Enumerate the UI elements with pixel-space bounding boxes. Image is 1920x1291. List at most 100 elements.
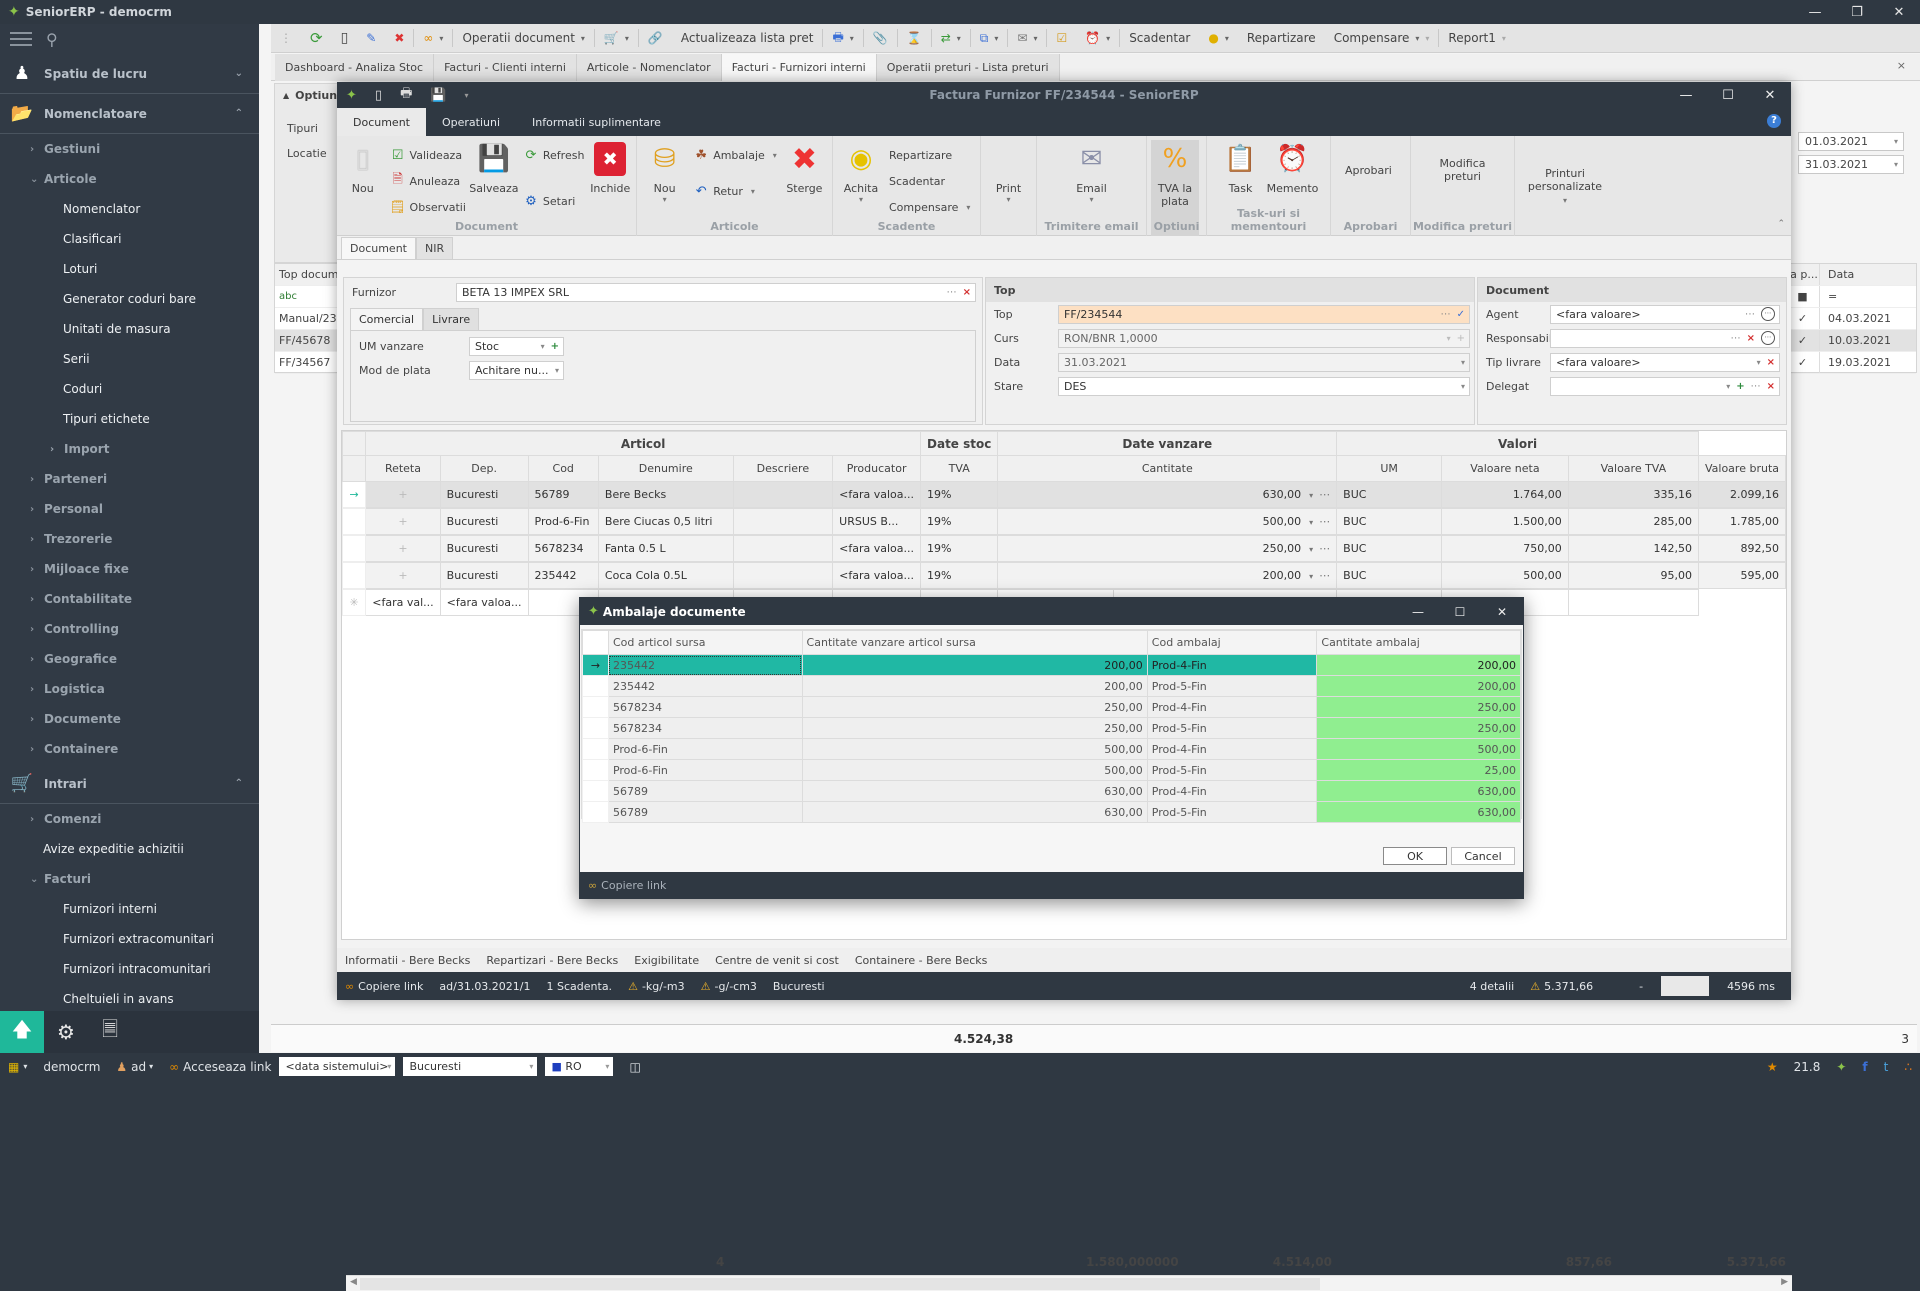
doc-tab[interactable]: Operatii preturi - Lista preturi	[876, 54, 1060, 81]
subtab-livrare[interactable]: Livrare	[423, 308, 480, 330]
bottom-tab[interactable]: Exigibilitate	[626, 954, 707, 967]
column-header[interactable]: Cod	[527, 455, 599, 482]
delete-icon[interactable]: ✖	[385, 24, 413, 53]
retur-button[interactable]: ↶ Retur ▾	[692, 178, 777, 204]
table-row[interactable]: 5678234 250,00 Prod-5-Fin 250,00	[582, 717, 1521, 739]
filter-checkbox[interactable]: ■	[1786, 286, 1820, 307]
table-row[interactable]: 56789 630,00 Prod-5-Fin 630,00	[582, 801, 1521, 823]
sidebar-item-serii[interactable]: Serii	[0, 344, 259, 374]
agent-input[interactable]: <fara valoare> ⋯ ⋯	[1550, 304, 1780, 324]
sidebar-item-clasificari[interactable]: Clasificari	[0, 224, 259, 254]
scadentar-button[interactable]: Scadentar	[1120, 24, 1199, 53]
locatie-label[interactable]: Locatie	[275, 141, 337, 166]
save-icon[interactable]: 💾	[421, 88, 455, 103]
table-row[interactable]: 5678234 250,00 Prod-4-Fin 250,00	[582, 696, 1521, 718]
coins-icon[interactable]: ● ▾	[1199, 24, 1238, 53]
cart-icon[interactable]: 🛒 ▾	[595, 24, 638, 53]
column-header[interactable]: Cod articol sursa	[607, 630, 803, 655]
table-row[interactable]: Prod-6-Fin 500,00 Prod-4-Fin 500,00	[582, 738, 1521, 760]
senior-erp-logo-icon[interactable]: ✦	[1828, 1060, 1854, 1074]
repartizare-button[interactable]: Repartizare	[889, 142, 970, 168]
tipuri-label[interactable]: Tipuri	[275, 116, 337, 141]
furnizor-input[interactable]: BETA 13 IMPEX SRL ⋯ ×	[456, 282, 976, 302]
reteta-add-icon[interactable]: +	[365, 481, 441, 508]
anuleaza-button[interactable]: 🗎 Anuleaza	[389, 168, 466, 194]
help-icon[interactable]: ?	[1767, 114, 1781, 128]
ok-button[interactable]: OK	[1383, 847, 1447, 865]
sidebar-item-mijloace-fixe[interactable]: › Mijloace fixe	[0, 554, 259, 584]
sidebar-item-contabilitate[interactable]: › Contabilitate	[0, 584, 259, 614]
tip-livrare-select[interactable]: <fara valoare> ▾ ×	[1550, 352, 1780, 372]
reteta-add-icon[interactable]: +	[365, 535, 441, 562]
task-icon[interactable]: ☑	[1047, 24, 1076, 53]
bottom-tab[interactable]: Centre de venit si cost	[707, 954, 847, 967]
compensare-button[interactable]: Compensare ▾	[889, 194, 970, 220]
attachment-icon[interactable]: 📎	[864, 24, 897, 53]
close-button[interactable]: ✕	[1878, 0, 1920, 24]
doc-tab[interactable]: Articole - Nomenclator	[576, 54, 722, 81]
reteta-add-icon[interactable]: +	[365, 508, 441, 535]
sidebar-item-personal[interactable]: › Personal	[0, 494, 259, 524]
hourglass-icon[interactable]: ⌛	[898, 24, 931, 53]
sidebar-item-tipuri-etichete[interactable]: Tipuri etichete	[0, 404, 259, 434]
sidebar-item-furnizori-interni[interactable]: Furnizori interni	[0, 894, 259, 924]
table-row[interactable]: 235442 200,00 Prod-5-Fin 200,00	[582, 675, 1521, 697]
maximize-button[interactable]: ☐	[1439, 605, 1481, 619]
curs-input[interactable]: RON/BNR 1,0000 ▾ +	[1058, 328, 1470, 348]
ribbon-tab-document[interactable]: Document	[337, 108, 426, 136]
form-tab-document[interactable]: Document	[341, 237, 416, 259]
refresh-icon[interactable]: ⟳	[301, 24, 332, 53]
repartizare-button[interactable]: Repartizare	[1238, 24, 1325, 53]
table-row[interactable]: 56789 630,00 Prod-4-Fin 630,00	[582, 780, 1521, 802]
acceseaza-link-button[interactable]: ∞ Acceseaza link	[161, 1053, 279, 1080]
twitter-icon[interactable]: t	[1876, 1060, 1897, 1074]
ribbon-tab-informatii-suplimentare[interactable]: Informatii suplimentare	[516, 108, 677, 136]
ribbon-tab-operatiuni[interactable]: Operatiuni	[426, 108, 516, 136]
close-button[interactable]: ✕	[1481, 605, 1523, 619]
sidebar-item-unitati-de-masura[interactable]: Unitati de masura	[0, 314, 259, 344]
sync-icon[interactable]: ⇄ ▾	[932, 24, 970, 53]
date-to-input[interactable]: 31.03.2021 ▾	[1798, 155, 1904, 174]
table-row[interactable]: Prod-6-Fin 500,00 Prod-5-Fin 25,00	[582, 759, 1521, 781]
column-header[interactable]: Producator	[832, 455, 922, 482]
print-icon[interactable]: 🖶	[391, 84, 421, 106]
document-search-icon[interactable]: 🗏	[88, 1011, 132, 1053]
settings-gears-icon[interactable]: ⚙	[44, 1011, 88, 1053]
compensare-button[interactable]: Compensare ▾ ▾	[1325, 24, 1439, 53]
report1-button[interactable]: Report1 ▾	[1439, 24, 1514, 53]
sidebar-section-spatiu-de-lucru[interactable]: ♟ Spatiu de lucru ⌄	[0, 54, 259, 94]
cancel-button[interactable]: Cancel	[1451, 847, 1515, 865]
stare-select[interactable]: DES ▾	[1058, 376, 1470, 396]
new-icon[interactable]: ▯	[366, 88, 391, 103]
column-header[interactable]: Dep.	[439, 455, 529, 482]
setari-button[interactable]: ⚙ Setari	[522, 188, 585, 214]
hamburger-menu-icon[interactable]	[10, 32, 32, 46]
clear-x-icon[interactable]: ×	[963, 287, 971, 298]
column-header[interactable]: Cantitate ambalaj	[1316, 630, 1521, 655]
bottom-tab[interactable]: Repartizari - Bere Becks	[478, 954, 626, 967]
aprobari-button[interactable]: Aprobari	[1335, 140, 1402, 200]
column-header[interactable]: Valoare bruta	[1697, 455, 1787, 482]
delegat-input[interactable]: ▾ + ⋯ ×	[1550, 376, 1780, 396]
column-header[interactable]: Valoare neta	[1441, 455, 1569, 482]
maximize-button[interactable]: ☐	[1707, 88, 1749, 103]
rss-icon[interactable]: ∴	[1896, 1060, 1920, 1074]
minimize-button[interactable]: —	[1397, 605, 1439, 619]
sidebar-item-articole[interactable]: ⌄ Articole	[0, 164, 259, 194]
minimize-button[interactable]: —	[1794, 0, 1836, 24]
sidebar-item-documente[interactable]: › Documente	[0, 704, 259, 734]
sidebar-item-containere[interactable]: › Containere	[0, 734, 259, 764]
list-row[interactable]: FF/45678	[275, 330, 339, 352]
actualizeaza-lista-pret-button[interactable]: Actualizeaza lista pret	[672, 24, 823, 53]
sidebar-item-generator-coduri-bare[interactable]: Generator coduri bare	[0, 284, 259, 314]
subtab-comercial[interactable]: Comercial	[350, 308, 424, 330]
ambalaje-button[interactable]: ☘ Ambalaje ▾	[692, 142, 776, 168]
top-input[interactable]: FF/234544 ⋯ ✓	[1058, 304, 1470, 324]
responsabil-input[interactable]: ⋯ × ⋯	[1550, 328, 1780, 348]
list-filter[interactable]: abc	[275, 286, 339, 308]
table-row[interactable]: + Bucuresti 235442 Coca Cola 0.5L <fara valo…	[341, 562, 1787, 589]
sidebar-item-furnizori-extracomunitari[interactable]: Furnizori extracomunitari	[0, 924, 259, 954]
column-header[interactable]: Cantitate vanzare articol sursa	[801, 630, 1148, 655]
restore-button[interactable]: ❐	[1836, 0, 1878, 24]
operatii-document-button[interactable]: Operatii document ▾	[453, 24, 593, 53]
